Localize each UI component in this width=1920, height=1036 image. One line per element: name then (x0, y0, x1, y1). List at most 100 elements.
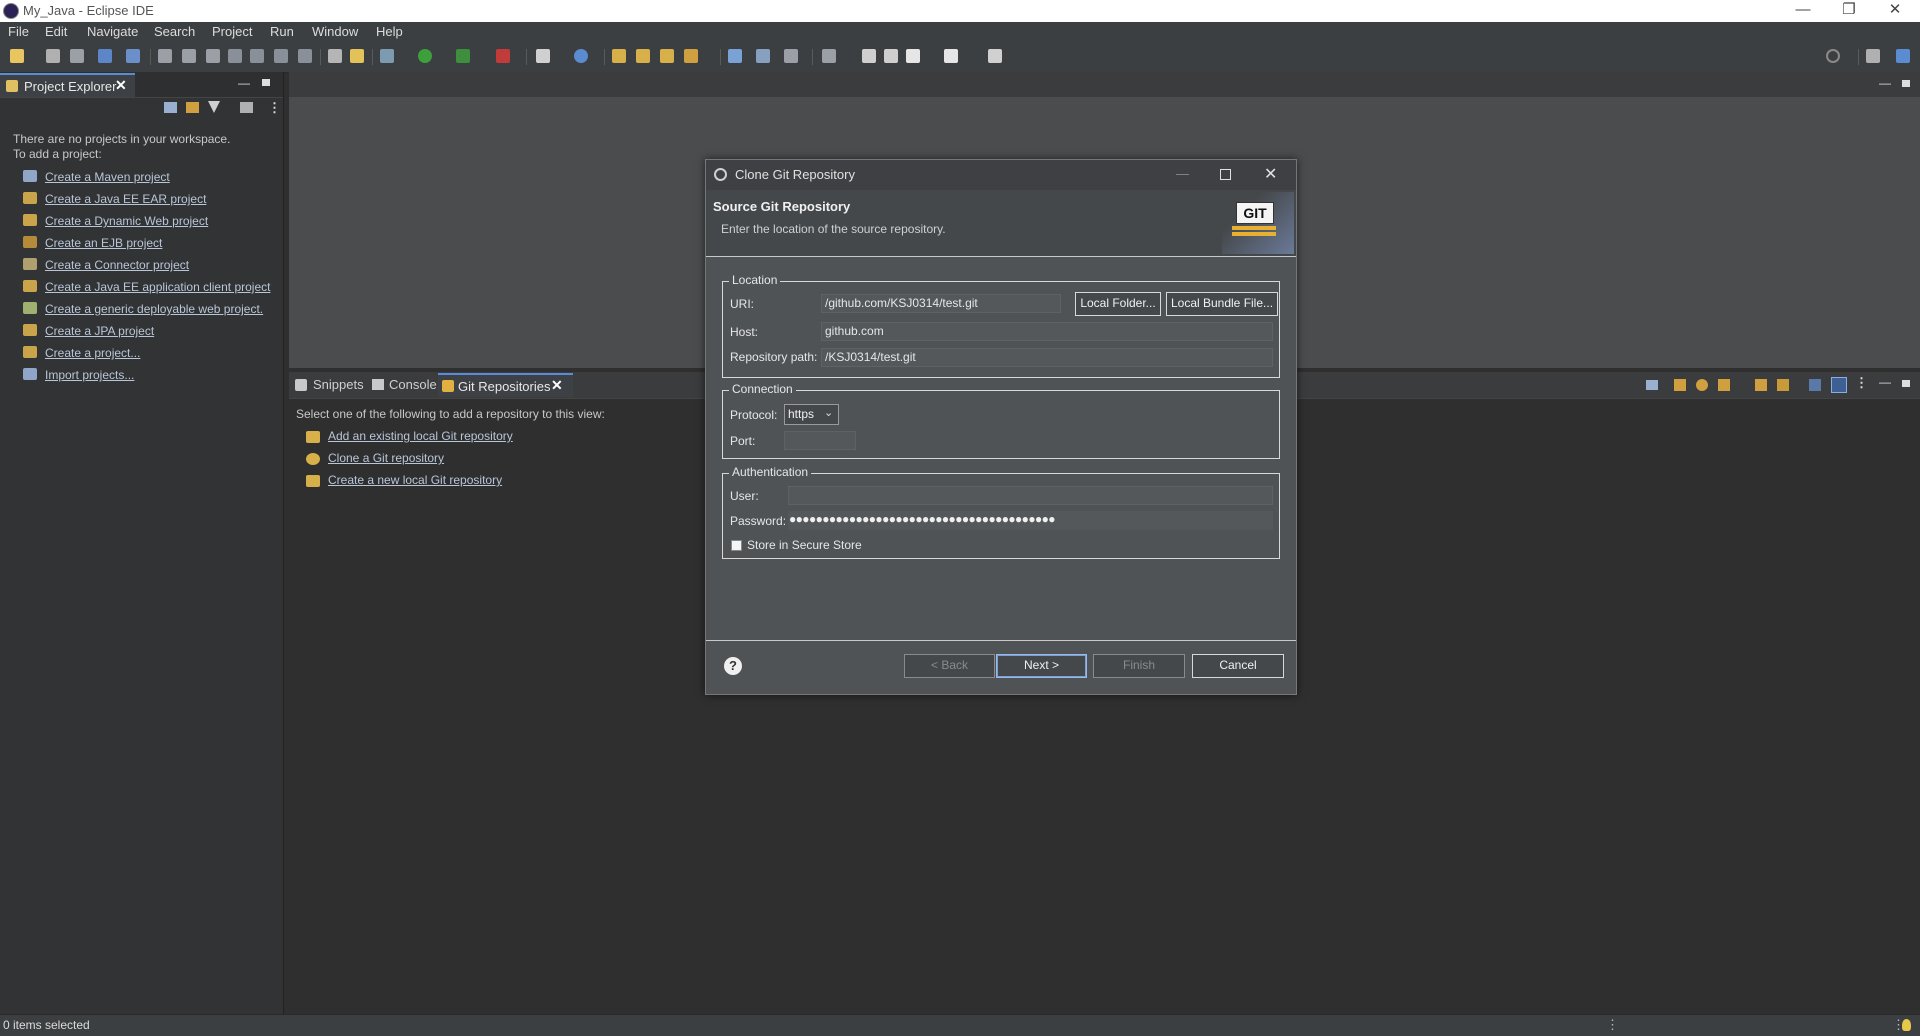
menu-search[interactable]: Search (154, 24, 195, 39)
local-folder-button[interactable]: Local Folder... (1075, 292, 1161, 316)
new-server-icon[interactable] (536, 49, 550, 63)
menu-file[interactable]: File (8, 24, 29, 39)
brush-icon[interactable] (684, 49, 698, 63)
port-input[interactable] (784, 431, 856, 450)
help-icon[interactable]: ? (724, 657, 742, 675)
link-create-project[interactable]: Create a project... (45, 346, 140, 360)
step-into-icon[interactable] (250, 49, 264, 63)
user-input[interactable] (788, 486, 1273, 505)
link-create-app-client-project[interactable]: Create a Java EE application client proj… (45, 280, 270, 294)
tab-project-explorer[interactable]: Project Explorer ✕ (0, 73, 135, 97)
link-with-editor-icon[interactable] (186, 102, 199, 113)
coverage-icon[interactable] (456, 49, 470, 63)
close-tab-icon[interactable]: ✕ (115, 77, 127, 94)
link-create-jpa-project[interactable]: Create a JPA project (45, 324, 154, 338)
forward-arrow-icon[interactable] (944, 49, 958, 63)
link-create-deployable-web-project[interactable]: Create a generic deployable web project. (45, 302, 263, 316)
dialog-maximize-icon[interactable] (1220, 169, 1231, 180)
open-perspective-icon[interactable] (1866, 49, 1880, 63)
step-over-icon[interactable] (274, 49, 288, 63)
new-class-icon[interactable] (660, 49, 674, 63)
clone-repository-icon[interactable] (1696, 379, 1708, 391)
focus-active-task-icon[interactable] (240, 102, 253, 113)
menu-edit[interactable]: Edit (45, 24, 67, 39)
link-create-ear-project[interactable]: Create a Java EE EAR project (45, 192, 206, 206)
last-edit-location-icon[interactable] (862, 49, 876, 63)
minimize-editor-icon[interactable]: — (1879, 76, 1891, 90)
debug-icon[interactable] (380, 49, 394, 63)
link-add-existing-repository[interactable]: Add an existing local Git repository (328, 429, 513, 443)
minimize-view-icon[interactable]: — (1879, 375, 1891, 389)
tip-lightbulb-icon[interactable] (1902, 1019, 1911, 1031)
collapse-all-icon[interactable] (164, 102, 177, 113)
disconnect-icon[interactable] (228, 49, 242, 63)
tab-snippets[interactable]: Snippets (313, 377, 364, 392)
link-create-connector-project[interactable]: Create a Connector project (45, 258, 189, 272)
debug-gear-icon[interactable] (756, 49, 770, 63)
resume-icon[interactable] (158, 49, 172, 63)
menu-run[interactable]: Run (270, 24, 294, 39)
web-service-icon[interactable] (574, 49, 588, 63)
view-menu-icon[interactable]: ⋮ (268, 100, 281, 116)
maximize-view-icon[interactable] (988, 49, 1002, 63)
dialog-close-icon[interactable]: ✕ (1264, 164, 1277, 184)
add-repository-icon[interactable] (1674, 379, 1686, 391)
next-button[interactable]: Next > (996, 654, 1087, 678)
search-web-icon[interactable] (728, 49, 742, 63)
skip-breakpoints-icon[interactable] (126, 49, 140, 63)
close-tab-icon[interactable]: ✕ (551, 377, 563, 394)
save-all-icon[interactable] (70, 49, 84, 63)
filter-icon[interactable] (208, 101, 220, 113)
password-input[interactable]: ●●●●●●●●●●●●●●●●●●●●●●●●●●●●●●●●●●●●●●●● (788, 511, 1273, 530)
link-import-projects[interactable]: Import projects... (45, 368, 134, 382)
cancel-button[interactable]: Cancel (1192, 654, 1284, 678)
link-with-selection-icon[interactable] (1777, 379, 1789, 391)
run-icon[interactable] (418, 49, 432, 63)
refresh-icon[interactable] (1755, 379, 1767, 391)
maximize-view-icon[interactable] (262, 79, 270, 86)
link-create-maven-project[interactable]: Create a Maven project (45, 170, 170, 184)
minimize-view-icon[interactable]: — (238, 76, 250, 90)
back-button[interactable]: < Back (904, 654, 995, 678)
maximize-view-icon[interactable] (1902, 380, 1910, 387)
back-arrow-icon[interactable] (906, 49, 920, 63)
protocol-select[interactable]: https ⌄ (784, 404, 839, 425)
menu-project[interactable]: Project (212, 24, 252, 39)
menu-help[interactable]: Help (376, 24, 403, 39)
terminal-icon[interactable] (98, 49, 112, 63)
hierarchical-layout-icon[interactable] (1809, 379, 1821, 391)
java-ee-perspective-icon[interactable] (1896, 49, 1910, 63)
tab-console[interactable]: Console (389, 377, 437, 392)
flat-layout-icon[interactable] (1831, 377, 1847, 393)
new-package-icon[interactable] (636, 49, 650, 63)
minimize-icon[interactable]: — (1780, 0, 1826, 22)
create-repository-icon[interactable] (1718, 379, 1730, 391)
link-create-local-repository[interactable]: Create a new local Git repository (328, 473, 502, 487)
close-icon[interactable]: ✕ (1872, 0, 1918, 22)
open-task-icon[interactable] (328, 49, 342, 63)
view-menu-icon[interactable]: ⋮ (1855, 375, 1868, 391)
new-icon[interactable] (10, 49, 24, 63)
collapse-all-icon[interactable] (1646, 380, 1658, 390)
repository-path-input[interactable]: /KSJ0314/test.git (821, 348, 1273, 367)
step-return-icon[interactable] (298, 49, 312, 63)
pin-editor-icon[interactable] (784, 49, 798, 63)
host-input[interactable]: github.com (821, 322, 1273, 341)
restore-icon[interactable]: ❐ (1826, 0, 1872, 22)
menu-navigate[interactable]: Navigate (87, 24, 138, 39)
local-bundle-file-button[interactable]: Local Bundle File... (1166, 292, 1278, 316)
link-create-ejb-project[interactable]: Create an EJB project (45, 236, 162, 250)
link-clone-git-repository[interactable]: Clone a Git repository (328, 451, 444, 465)
store-secure-checkbox[interactable] (731, 540, 742, 551)
finish-button[interactable]: Finish (1093, 654, 1185, 678)
maximize-editor-icon[interactable] (1902, 80, 1910, 87)
external-tools-icon[interactable] (496, 49, 510, 63)
suspend-icon[interactable] (182, 49, 196, 63)
forward-edit-location-icon[interactable] (884, 49, 898, 63)
save-icon[interactable] (46, 49, 60, 63)
menu-window[interactable]: Window (312, 24, 358, 39)
tab-git-repositories[interactable]: Git Repositories ✕ (438, 373, 573, 397)
new-java-project-icon[interactable] (612, 49, 626, 63)
link-create-dynamic-web-project[interactable]: Create a Dynamic Web project (45, 214, 208, 228)
search-icon[interactable] (1826, 49, 1840, 63)
